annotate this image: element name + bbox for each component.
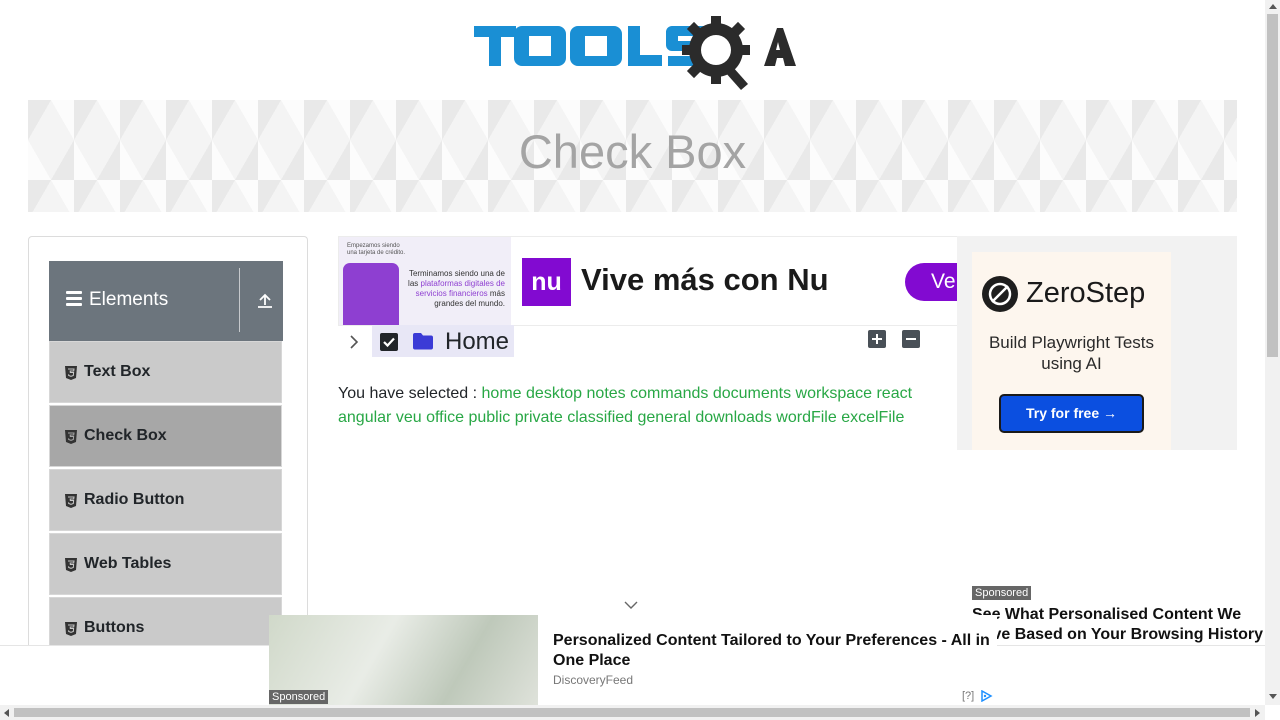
ad-body-text: Terminamos siendo una de las plataformas… xyxy=(408,269,505,308)
selected-item: desktop xyxy=(526,385,583,402)
zerostep-ad[interactable]: ZeroStep Build Playwright Tests using AI… xyxy=(957,236,1237,450)
zerostep-brand: ZeroStep xyxy=(1026,277,1146,309)
selected-item: classified xyxy=(567,409,634,426)
group-title: Elements xyxy=(89,289,169,310)
selected-item: excelFile xyxy=(841,409,905,426)
scrollbar-thumb[interactable] xyxy=(14,708,1250,717)
selected-item: public xyxy=(468,409,511,426)
zerostep-logo-icon xyxy=(982,276,1018,312)
selected-item: private xyxy=(514,409,563,426)
selected-item: wordFile xyxy=(776,409,837,426)
sidebar-item-label: Text Box xyxy=(84,363,151,380)
selected-item: downloads xyxy=(695,409,772,426)
folder-icon xyxy=(413,333,433,350)
elements-group-header[interactable]: Elements xyxy=(49,261,283,341)
chevron-right-icon[interactable] xyxy=(346,333,362,351)
html5-icon xyxy=(65,494,77,508)
html5-icon xyxy=(65,430,77,444)
sidebar-item-radio-button[interactable]: Radio Button xyxy=(49,469,282,531)
zerostep-card: ZeroStep Build Playwright Tests using AI… xyxy=(972,252,1171,450)
page-title: Check Box xyxy=(518,125,747,178)
collapse-up-icon[interactable] xyxy=(256,292,274,310)
selected-item: commands xyxy=(630,385,709,402)
adchoices-icon[interactable] xyxy=(980,690,994,702)
scrollbar-thumb[interactable] xyxy=(1267,14,1278,357)
selected-item: general xyxy=(637,409,691,426)
chevron-down-icon[interactable] xyxy=(623,599,639,611)
selected-item: notes xyxy=(586,385,626,402)
selected-item: workspace xyxy=(795,385,873,402)
sidebar-item-check-box[interactable]: Check Box xyxy=(49,405,282,467)
bottom-native-ad[interactable]: Sponsored Personalized Content Tailored … xyxy=(269,615,997,706)
phone-illustration xyxy=(343,263,399,325)
html5-icon xyxy=(65,622,77,636)
selected-item: angular xyxy=(338,409,392,426)
toolsqa-logo[interactable] xyxy=(474,16,796,90)
nu-logo: nu xyxy=(522,258,571,306)
sponsored-badge: Sponsored xyxy=(269,690,329,704)
hamburger-icon xyxy=(66,291,82,306)
page-banner: Check Box xyxy=(28,100,1237,212)
horizontal-scrollbar[interactable] xyxy=(0,705,1265,720)
right-native-ad[interactable]: Sponsored See What Personalised Content … xyxy=(972,451,1264,645)
ad-small-text: Empezamos siendo una tarjeta de crédito. xyxy=(347,243,406,256)
selected-item: office xyxy=(426,409,465,426)
html5-icon xyxy=(65,558,77,572)
vertical-scrollbar[interactable] xyxy=(1265,0,1280,705)
selected-item: react xyxy=(876,385,913,402)
ad-info-link[interactable]: [?] xyxy=(962,690,974,702)
zerostep-tagline: Build Playwright Tests using AI xyxy=(988,333,1155,373)
ad-cta-button[interactable]: Ve xyxy=(905,263,957,301)
tree-node-label: Home xyxy=(445,328,510,355)
sponsored-badge: Sponsored xyxy=(972,586,1032,600)
try-for-free-button[interactable]: Try for free → xyxy=(999,394,1144,433)
tree-node-home[interactable]: Home xyxy=(372,325,514,357)
ad-headline: Vive más con Nu xyxy=(581,262,829,297)
ad-headline[interactable]: Personalized Content Tailored to Your Pr… xyxy=(553,631,993,671)
nu-ad-banner[interactable]: Empezamos siendo una tarjeta de crédito.… xyxy=(338,236,958,326)
ad-source: DiscoveryFeed xyxy=(553,673,634,687)
sidebar-item-web-tables[interactable]: Web Tables xyxy=(49,533,282,595)
selection-result: You have selected : home desktop notes c… xyxy=(338,382,938,430)
selected-item: home xyxy=(481,385,522,402)
ad-phone-image: Empezamos siendo una tarjeta de crédito.… xyxy=(339,237,511,325)
selected-item: documents xyxy=(712,385,792,402)
sidebar-item-label: Buttons xyxy=(84,619,145,636)
divider xyxy=(239,268,240,332)
selected-item: veu xyxy=(395,409,422,426)
html5-icon xyxy=(65,366,77,380)
sidebar-item-label: Web Tables xyxy=(84,555,172,572)
sidebar-item-label: Check Box xyxy=(84,427,167,444)
sidebar-item-label: Radio Button xyxy=(84,491,185,508)
ad-headline[interactable]: See What Personalised Content We Have Ba… xyxy=(972,605,1272,645)
checkbox-checked-icon[interactable] xyxy=(380,333,398,351)
result-prefix: You have selected : xyxy=(338,385,478,402)
collapse-all-icon[interactable] xyxy=(902,330,920,348)
expand-all-icon[interactable] xyxy=(868,330,886,348)
sidebar-item-text-box[interactable]: Text Box xyxy=(49,341,282,403)
